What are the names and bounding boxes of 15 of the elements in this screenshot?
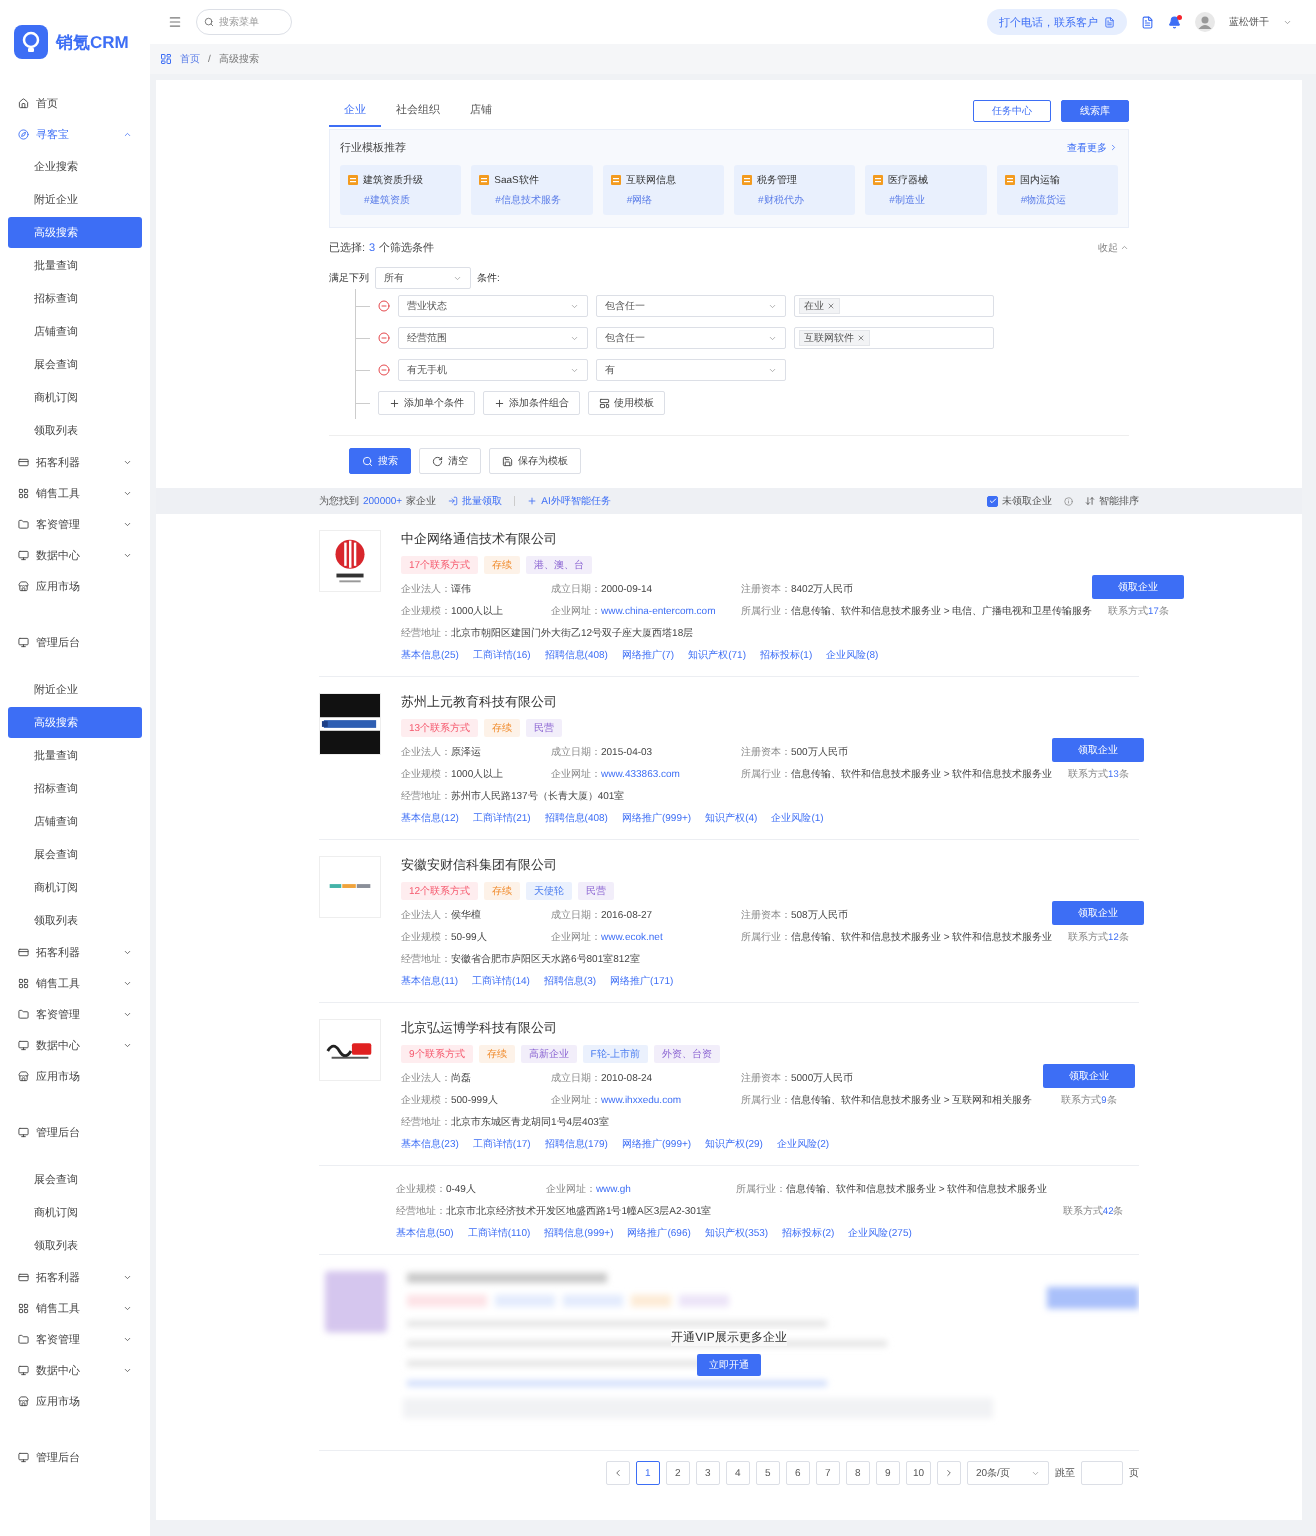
template-icon [610, 175, 621, 185]
company-logo [319, 693, 381, 755]
template-icon [348, 175, 358, 185]
app-logo-text: 销氪CRM [56, 30, 129, 54]
logo-icon [14, 25, 48, 59]
page-input[interactable] [1081, 1461, 1123, 1485]
bell-icon[interactable] [1168, 15, 1181, 29]
template-icon [479, 175, 490, 185]
company-logo [319, 856, 381, 918]
template-icon [873, 175, 884, 185]
company-logo [319, 1019, 381, 1081]
company-logo [319, 530, 381, 592]
avatar[interactable] [1195, 12, 1215, 32]
template-icon [1004, 175, 1015, 185]
template-icon [742, 175, 752, 185]
